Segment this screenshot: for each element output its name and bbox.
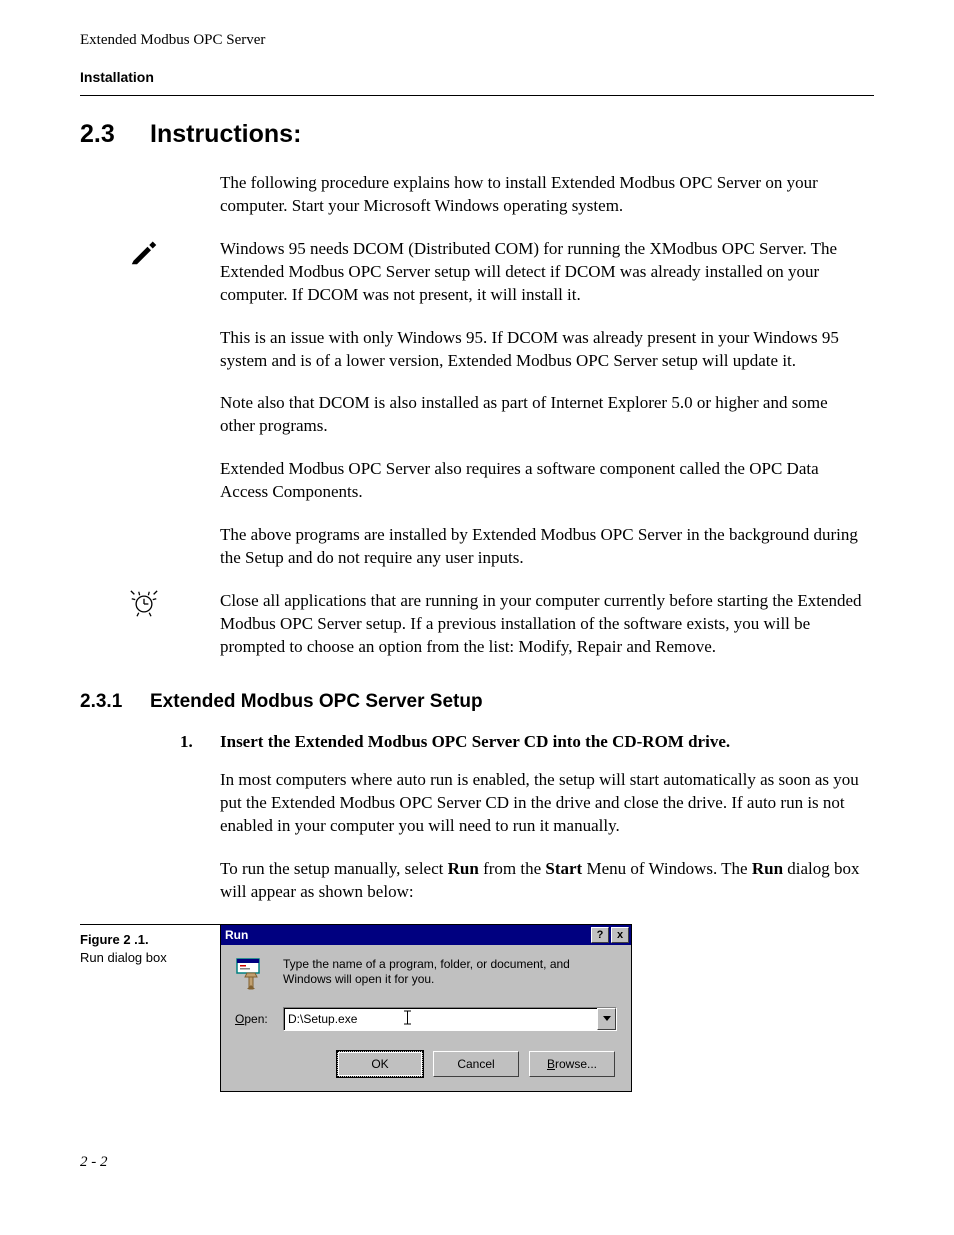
note-alert: Close all applications that are running … [80,590,874,659]
note1-p1: Windows 95 needs DCOM (Distributed COM) … [220,238,864,307]
dialog-title: Run [225,927,248,943]
run-program-icon [235,957,269,991]
figure-caption-text: Run dialog box [80,950,167,965]
note1-p2: This is an issue with only Windows 95. I… [220,327,864,373]
heading-3: 2.3.1 Extended Modbus OPC Server Setup [80,689,874,715]
heading-2-title: Instructions: [150,118,301,152]
note1-p5: The above programs are installed by Exte… [220,524,864,570]
cancel-button[interactable]: Cancel [433,1051,519,1077]
note-pen: Windows 95 needs DCOM (Distributed COM) … [80,238,874,570]
run-dialog: Run ? x Type the name of [220,924,632,1092]
figure-caption: Figure 2 .1. Run dialog box [80,924,220,966]
dialog-titlebar[interactable]: Run ? x [221,925,631,945]
open-input[interactable]: D:\Setup.exe [284,1008,597,1030]
pen-icon [80,238,220,272]
chevron-down-icon [603,1016,611,1022]
step1-p1: In most computers where auto run is enab… [220,769,864,838]
heading-3-number: 2.3.1 [80,689,150,715]
text-cursor-icon [404,1010,411,1025]
alarm-icon [80,590,220,624]
ok-button[interactable]: OK [337,1051,423,1077]
heading-2: 2.3 Instructions: [80,118,874,152]
step1-p2: To run the setup manually, select Run fr… [220,858,864,904]
figure-label: Figure 2 .1. [80,932,149,947]
intro-paragraph: The following procedure explains how to … [220,172,864,218]
doc-section: Installation [80,68,874,87]
page-number: 2 - 2 [80,1152,874,1172]
step-1-number: 1. [180,731,220,754]
note1-p3: Note also that DCOM is also installed as… [220,392,864,438]
dialog-instruction: Type the name of a program, folder, or d… [283,957,617,987]
heading-2-number: 2.3 [80,118,150,152]
step-1: 1. Insert the Extended Modbus OPC Server… [180,731,874,754]
open-label: Open: [235,1011,283,1027]
close-button[interactable]: x [611,927,629,943]
heading-3-title: Extended Modbus OPC Server Setup [150,689,483,715]
step-1-title: Insert the Extended Modbus OPC Server CD… [220,731,864,754]
dropdown-button[interactable] [597,1008,616,1030]
header-rule [80,95,874,96]
open-combobox[interactable]: D:\Setup.exe [283,1007,617,1031]
note1-p4: Extended Modbus OPC Server also requires… [220,458,864,504]
note2-p1: Close all applications that are running … [220,590,864,659]
browse-button[interactable]: Browse... [529,1051,615,1077]
help-button[interactable]: ? [591,927,609,943]
doc-title: Extended Modbus OPC Server [80,30,874,50]
